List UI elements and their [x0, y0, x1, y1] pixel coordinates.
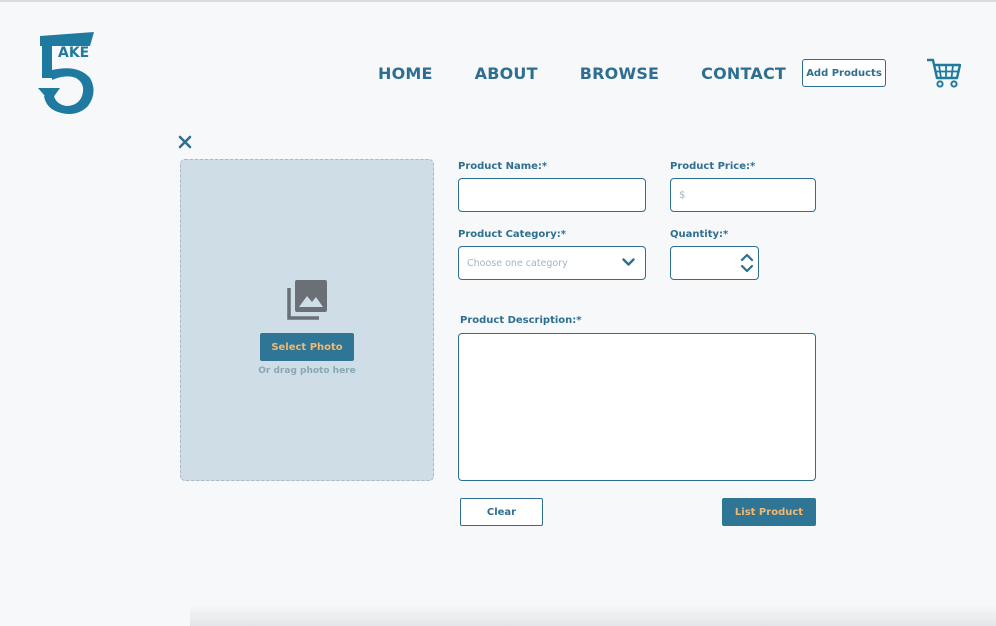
photo-library-icon — [285, 278, 329, 322]
clear-button[interactable]: Clear — [460, 498, 543, 526]
svg-text:AKE: AKE — [58, 45, 89, 61]
product-description-input[interactable] — [459, 334, 815, 480]
list-product-button[interactable]: List Product — [722, 498, 816, 526]
product-description-label: Product Description:* — [460, 315, 582, 326]
main-nav: HOME ABOUT BROWSE CONTACT — [378, 64, 826, 83]
quantity-stepper[interactable] — [670, 246, 759, 280]
nav-browse[interactable]: BROWSE — [580, 64, 659, 83]
quantity-input[interactable] — [671, 247, 732, 279]
product-price-input[interactable] — [671, 179, 815, 211]
logo[interactable]: AKE — [38, 30, 100, 116]
select-photo-button[interactable]: Select Photo — [260, 333, 354, 361]
cart-button[interactable] — [926, 57, 962, 89]
product-price-label: Product Price:* — [670, 161, 756, 172]
bottom-shade — [190, 604, 996, 626]
product-name-field[interactable] — [458, 178, 646, 212]
add-products-button[interactable]: Add Products — [802, 59, 886, 87]
product-category-select[interactable]: Choose one category — [458, 246, 646, 280]
cart-icon — [927, 58, 962, 88]
drag-hint: Or drag photo here — [258, 366, 356, 376]
product-name-input[interactable] — [459, 179, 645, 211]
nav-about[interactable]: ABOUT — [475, 64, 538, 83]
chevron-down-icon — [622, 258, 635, 266]
category-selected-value: Choose one category — [467, 258, 568, 269]
product-description-field[interactable] — [458, 333, 816, 481]
photo-dropzone[interactable]: Select Photo Or drag photo here — [180, 159, 434, 481]
product-name-label: Product Name:* — [458, 161, 548, 172]
nav-contact[interactable]: CONTACT — [701, 64, 786, 83]
nav-home[interactable]: HOME — [378, 64, 433, 83]
close-icon — [178, 135, 192, 149]
product-category-label: Product Category:* — [458, 229, 566, 240]
close-button[interactable] — [178, 135, 192, 149]
stepper-icon[interactable] — [740, 252, 754, 274]
product-price-field[interactable] — [670, 178, 816, 212]
quantity-label: Quantity:* — [670, 229, 729, 240]
logo-icon: AKE — [38, 32, 94, 114]
